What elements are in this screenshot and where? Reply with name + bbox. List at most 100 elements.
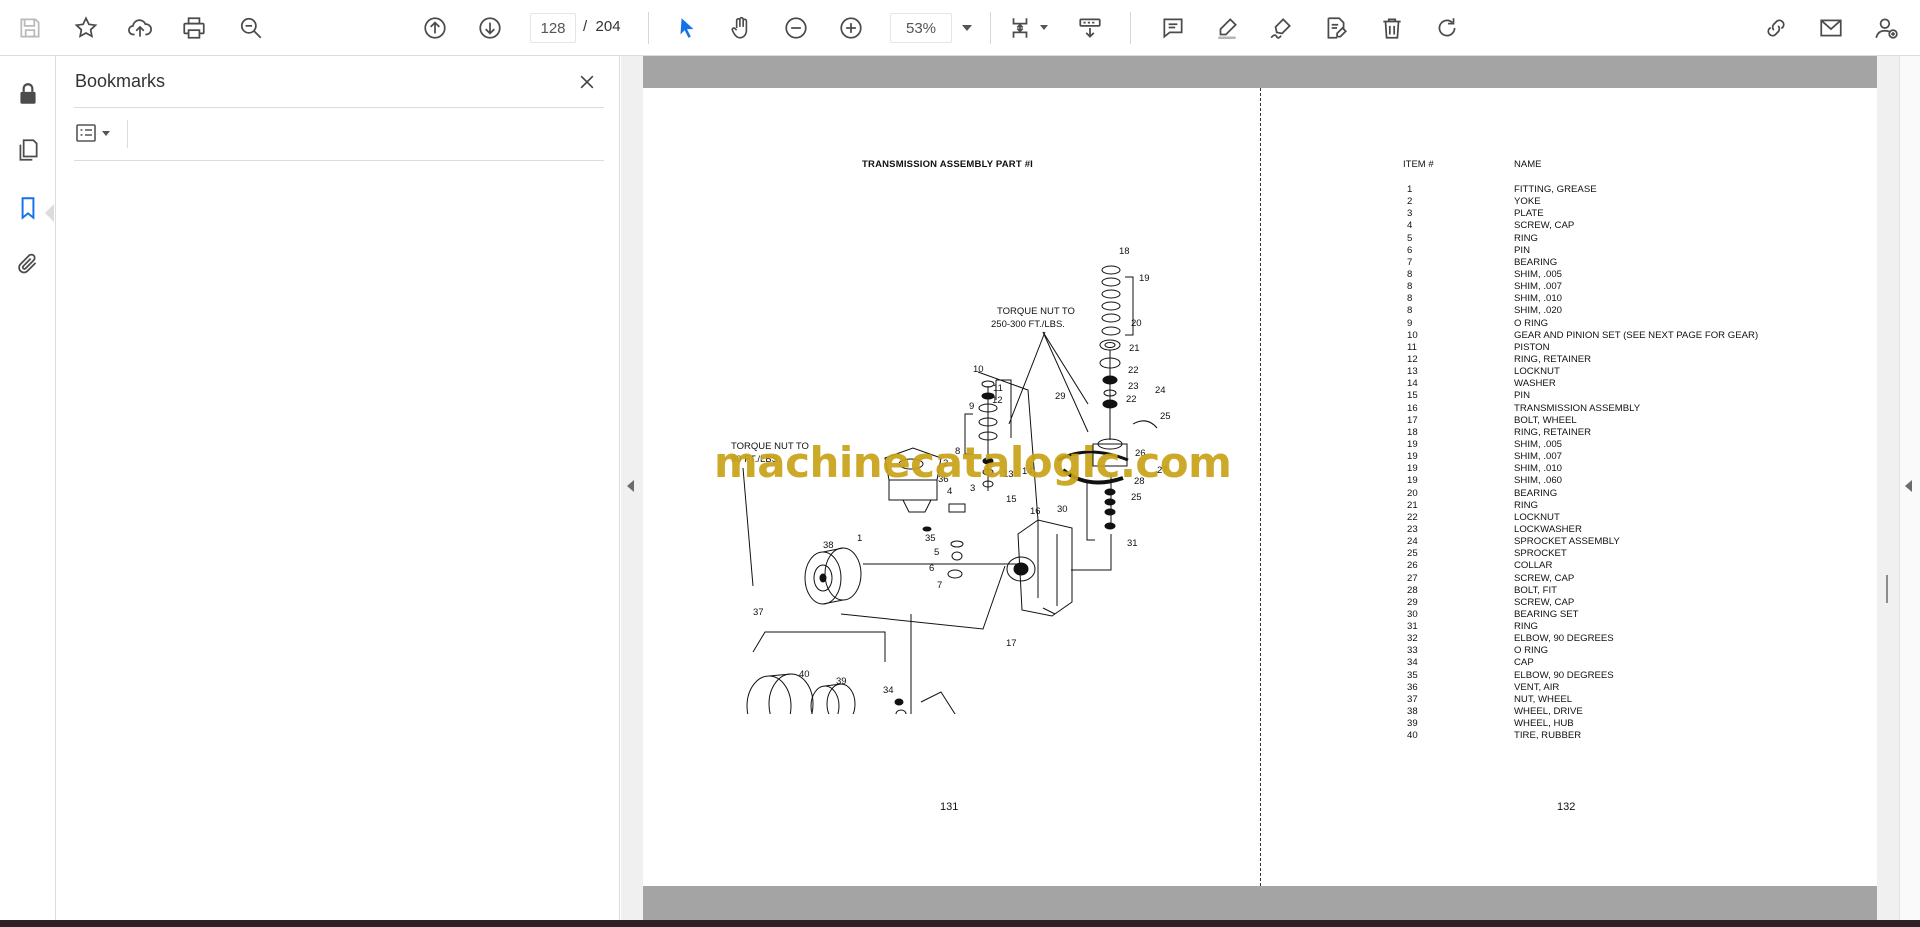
part-name: YOKE <box>1514 196 1541 208</box>
part-item-number: 31 <box>1407 621 1418 633</box>
zoom-select[interactable] <box>890 13 980 43</box>
part-name: SHIM, .010 <box>1514 463 1562 475</box>
rotate-icon[interactable] <box>1429 10 1465 46</box>
share-link-icon[interactable] <box>1758 10 1794 46</box>
part-item-number: 8 <box>1407 281 1413 293</box>
part-item-number: 20 <box>1407 487 1418 499</box>
page-count: / 204 <box>583 18 621 35</box>
part-name: O RING <box>1514 645 1549 657</box>
part-item-number: 25 <box>1407 548 1418 560</box>
part-name: TIRE, RUBBER <box>1514 730 1582 742</box>
expand-right-panel-icon[interactable] <box>1905 480 1912 492</box>
page-spread: TRANSMISSION ASSEMBLY PART #I TORQUE NUT… <box>643 56 1877 920</box>
chevron-down-icon[interactable] <box>102 130 110 136</box>
page-number-input[interactable] <box>530 13 576 43</box>
part-item-number: 11 <box>1407 341 1417 353</box>
sign-icon[interactable] <box>1263 10 1299 46</box>
part-item-number: 2 <box>1407 196 1413 208</box>
page-fold-line <box>1260 88 1261 886</box>
part-item-number: 37 <box>1407 693 1418 705</box>
comment-icon[interactable] <box>1155 10 1191 46</box>
part-name: BEARING <box>1514 256 1558 268</box>
bookmark-options-button[interactable] <box>74 118 120 148</box>
fit-page-icon[interactable] <box>1002 10 1038 46</box>
select-arrow-icon[interactable] <box>669 10 705 46</box>
part-name: WHEEL, DRIVE <box>1514 706 1583 718</box>
bookmark-icon[interactable] <box>10 190 46 226</box>
zoom-in-icon[interactable] <box>833 10 869 46</box>
part-name: FITTING, GREASE <box>1514 184 1597 195</box>
column-header-name: NAME <box>1514 159 1542 170</box>
page-up-icon[interactable] <box>417 10 453 46</box>
left-page-number: 131 <box>940 801 959 813</box>
part-name: COLLAR <box>1514 560 1553 572</box>
part-name: RING, RETAINER <box>1514 353 1592 365</box>
part-item-number: 34 <box>1407 657 1418 669</box>
lock-icon[interactable] <box>10 76 46 112</box>
part-item-number: 9 <box>1407 317 1413 329</box>
svg-text:31: 31 <box>1127 538 1138 549</box>
pages-icon[interactable] <box>10 132 46 168</box>
svg-text:21: 21 <box>1129 343 1140 354</box>
part-item-number: 14 <box>1407 378 1418 390</box>
part-name: SHIM, .007 <box>1514 281 1562 293</box>
account-icon[interactable] <box>1868 10 1904 46</box>
part-item-number: 5 <box>1407 232 1413 244</box>
part-item-number: 4 <box>1407 220 1413 232</box>
hand-icon[interactable] <box>723 10 759 46</box>
collapse-left-panel-icon[interactable] <box>627 480 634 492</box>
scroll-mode-icon[interactable] <box>1072 10 1108 46</box>
upload-icon[interactable] <box>122 10 158 46</box>
active-tab-indicator <box>45 204 54 222</box>
part-name: SCREW, CAP <box>1514 596 1575 608</box>
svg-text:4: 4 <box>947 486 952 497</box>
fill-sign-icon[interactable] <box>1318 10 1354 46</box>
part-name: PISTON <box>1514 341 1550 353</box>
zoom-out-icon[interactable] <box>778 10 814 46</box>
column-header-item: ITEM # <box>1403 159 1434 170</box>
svg-text:1: 1 <box>857 533 862 544</box>
panel-divider <box>127 120 128 148</box>
chevron-down-icon[interactable] <box>962 25 972 31</box>
chevron-down-icon[interactable] <box>1040 25 1048 30</box>
svg-text:35: 35 <box>925 533 936 544</box>
attachment-icon[interactable] <box>10 246 46 282</box>
highlight-icon[interactable] <box>1209 10 1245 46</box>
part-name: SCREW, CAP <box>1514 572 1575 584</box>
part-item-number: 36 <box>1407 681 1418 693</box>
part-name: NUT, WHEEL <box>1514 693 1573 705</box>
svg-text:9: 9 <box>969 401 974 412</box>
svg-text:12: 12 <box>992 395 1003 406</box>
svg-text:18: 18 <box>1119 246 1130 257</box>
part-name: SHIM, .005 <box>1514 438 1562 450</box>
svg-text:20: 20 <box>1131 318 1142 329</box>
right-page-number: 132 <box>1557 801 1576 813</box>
zoom-search-icon[interactable] <box>233 10 269 46</box>
delete-icon[interactable] <box>1374 10 1410 46</box>
part-name: SPROCKET <box>1514 548 1567 560</box>
part-name: ELBOW, 90 DEGREES <box>1514 633 1614 645</box>
close-icon[interactable] <box>572 67 602 97</box>
svg-text:37: 37 <box>753 607 764 618</box>
email-icon[interactable] <box>1813 10 1849 46</box>
svg-text:30: 30 <box>1057 504 1068 515</box>
part-name: BOLT, FIT <box>1514 584 1557 596</box>
part-name: SHIM, .060 <box>1514 475 1562 487</box>
part-name: SCREW, CAP <box>1514 220 1575 232</box>
print-icon[interactable] <box>176 10 212 46</box>
svg-text:10: 10 <box>973 364 984 375</box>
zoom-input[interactable] <box>890 13 952 43</box>
part-name: RING <box>1514 621 1538 633</box>
part-item-number: 19 <box>1407 438 1418 450</box>
part-item-number: 28 <box>1407 584 1418 596</box>
page-title: TRANSMISSION ASSEMBLY PART #I <box>862 159 1034 170</box>
part-item-number: 16 <box>1407 402 1418 414</box>
save-icon[interactable] <box>12 10 48 46</box>
svg-text:17: 17 <box>1006 638 1017 649</box>
page-down-icon[interactable] <box>472 10 508 46</box>
star-icon[interactable] <box>68 10 104 46</box>
part-item-number: 32 <box>1407 633 1418 645</box>
scrollbar-thumb[interactable] <box>1886 575 1888 603</box>
part-name: BEARING SET <box>1514 608 1579 620</box>
part-name: RING <box>1514 499 1538 511</box>
